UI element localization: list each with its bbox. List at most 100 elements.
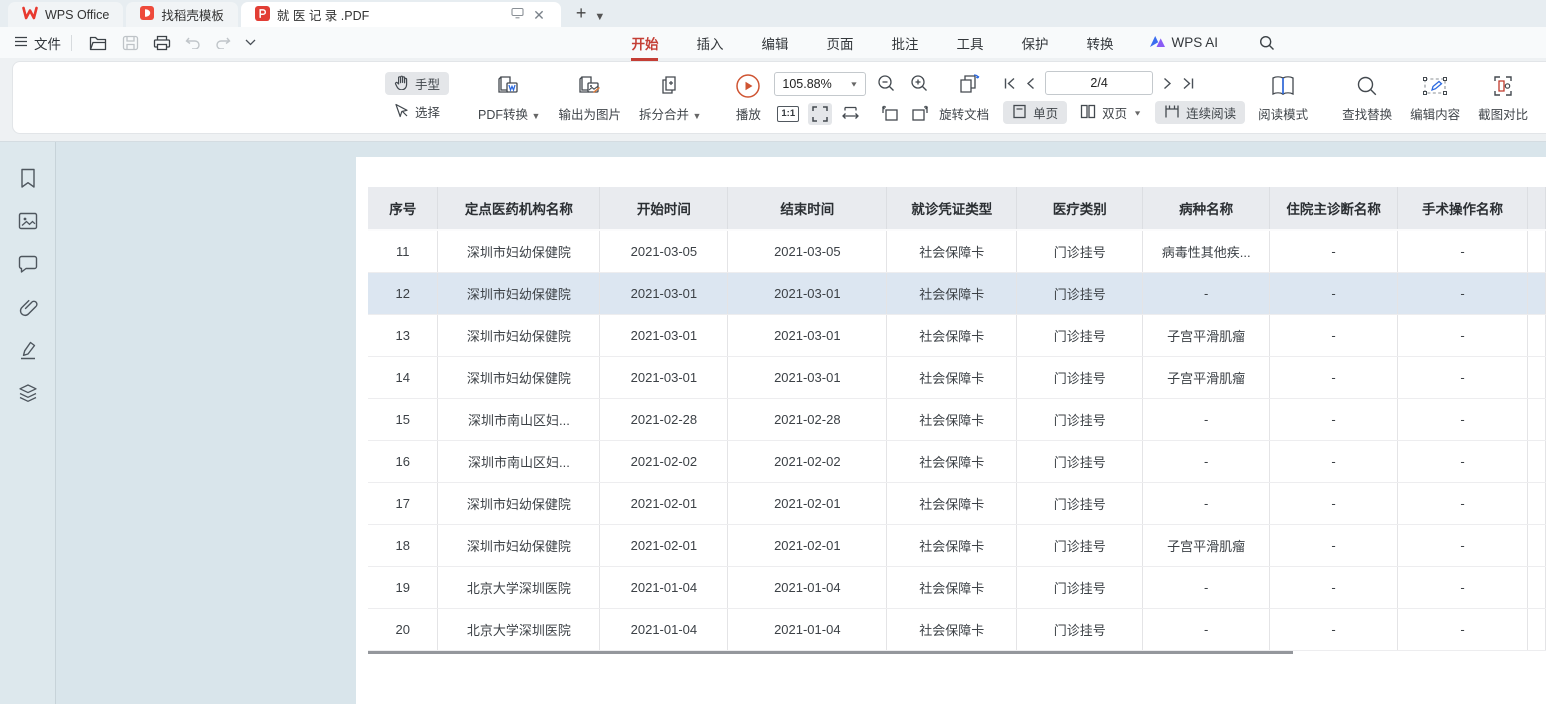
tab-list-chevron-icon[interactable]: ▼ — [594, 11, 605, 27]
tab-docer-templates[interactable]: 找稻壳模板 — [126, 2, 238, 27]
menu-tabs: 开始 插入 编辑 页面 批注 工具 保护 转换 WPS AI — [629, 28, 1282, 58]
tab-label: WPS Office — [45, 8, 109, 22]
edit-content-button[interactable]: 编辑内容 — [1401, 71, 1469, 125]
page-nav-cluster: 2/4 单页 双页 ▼ 连续阅读 — [1003, 71, 1245, 124]
close-tab-icon[interactable]: ✕ — [531, 8, 547, 22]
play-button[interactable]: 播放 — [726, 71, 770, 125]
next-page-icon[interactable] — [1163, 77, 1172, 90]
table-cell: 2021-03-01 — [728, 272, 887, 314]
table-cell: 社会保障卡 — [887, 608, 1017, 650]
medical-records-table: 序号定点医药机构名称开始时间结束时间就诊凭证类型医疗类别病种名称住院主诊断名称手… — [368, 187, 1546, 651]
table-cell: 20 — [368, 608, 438, 650]
cursor-icon — [394, 103, 409, 121]
zoom-out-icon[interactable] — [874, 72, 899, 95]
find-replace-button[interactable]: 查找替换 — [1333, 71, 1401, 125]
split-merge-icon — [658, 73, 682, 99]
table-header-row: 序号定点医药机构名称开始时间结束时间就诊凭证类型医疗类别病种名称住院主诊断名称手… — [368, 187, 1546, 230]
table-cell: 18 — [368, 524, 438, 566]
menu-tab-comment[interactable]: 批注 — [889, 28, 920, 58]
export-image-icon — [577, 73, 603, 99]
actual-size-button[interactable]: 1:1 — [774, 104, 802, 124]
table-cell: - — [1398, 524, 1528, 566]
attachment-icon[interactable] — [16, 295, 40, 319]
menu-tab-edit[interactable]: 编辑 — [759, 28, 790, 58]
table-header-cell: 序号 — [368, 187, 438, 230]
signature-pen-icon[interactable] — [16, 338, 40, 362]
menu-tab-insert[interactable]: 插入 — [694, 28, 725, 58]
bookmark-icon[interactable] — [16, 166, 40, 190]
fit-page-button[interactable] — [808, 103, 832, 125]
thumbnail-icon[interactable] — [16, 209, 40, 233]
table-cell: - — [1143, 272, 1270, 314]
pdf-convert-button[interactable]: PDF转换 ▼ — [469, 71, 549, 125]
table-cell: 19 — [368, 566, 438, 608]
layers-icon[interactable] — [16, 381, 40, 405]
table-cell: 社会保障卡 — [887, 524, 1017, 566]
table-cell: 深圳市妇幼保健院 — [438, 230, 600, 272]
hand-tool-button[interactable]: 手型 — [385, 72, 449, 95]
tab-wps-office[interactable]: WPS Office — [8, 2, 123, 27]
compress-button[interactable]: 压缩 — [1537, 71, 1546, 125]
table-cell: - — [1143, 440, 1270, 482]
menu-tab-convert[interactable]: 转换 — [1084, 28, 1115, 58]
table-cell: 深圳市妇幼保健院 — [438, 272, 600, 314]
table-cell: 门诊挂号 — [1017, 356, 1143, 398]
rotate-document-label[interactable]: 旋转文档 — [939, 104, 989, 123]
table-cell: - — [1398, 608, 1528, 650]
menu-search-icon[interactable] — [1252, 35, 1282, 51]
fit-width-button[interactable] — [838, 104, 863, 124]
menu-tab-tools[interactable]: 工具 — [954, 28, 985, 58]
present-mode-icon[interactable] — [511, 7, 524, 22]
redo-icon[interactable] — [208, 36, 238, 49]
quick-access-chevron-icon[interactable] — [238, 39, 263, 46]
table-row: 17深圳市妇幼保健院2021-02-012021-02-01社会保障卡门诊挂号-… — [368, 482, 1546, 524]
menu-tab-page[interactable]: 页面 — [824, 28, 855, 58]
split-merge-button[interactable]: 拆分合并 ▼ — [630, 71, 710, 125]
print-icon[interactable] — [146, 35, 178, 51]
wps-ai-button[interactable]: WPS AI — [1149, 35, 1218, 51]
export-image-button[interactable]: 输出为图片 — [549, 71, 630, 125]
zoom-in-icon[interactable] — [907, 72, 932, 95]
undo-icon[interactable] — [178, 36, 208, 49]
select-tool-button[interactable]: 选择 — [385, 100, 449, 123]
document-viewport[interactable]: 序号定点医药机构名称开始时间结束时间就诊凭证类型医疗类别病种名称住院主诊断名称手… — [56, 142, 1546, 704]
prev-page-icon[interactable] — [1026, 77, 1035, 90]
save-icon[interactable] — [115, 35, 146, 51]
table-cell: 2021-01-04 — [728, 566, 887, 608]
zoom-level-select[interactable]: 105.88%▼ — [774, 72, 866, 96]
comment-icon[interactable] — [16, 252, 40, 276]
table-cell: 2021-03-01 — [600, 314, 728, 356]
table-cell: - — [1398, 482, 1528, 524]
rotate-document-icon[interactable] — [954, 71, 986, 97]
table-cell: 北京大学深圳医院 — [438, 566, 600, 608]
table-header-cell: 病种名称 — [1143, 187, 1270, 230]
table-row: 16深圳市南山区妇...2021-02-022021-02-02社会保障卡门诊挂… — [368, 440, 1546, 482]
table-cell: - — [1398, 566, 1528, 608]
screenshot-compare-button[interactable]: 截图对比 — [1469, 71, 1537, 125]
continuous-read-button[interactable]: 连续阅读 — [1155, 101, 1245, 124]
last-page-icon[interactable] — [1182, 77, 1195, 90]
table-cell: - — [1270, 524, 1398, 566]
table-cell — [1527, 482, 1545, 524]
ribbon-panel: 手型 选择 PDF转换 ▼ 输出为图片 拆分合并 ▼ — [12, 61, 1546, 134]
double-page-button[interactable]: 双页 ▼ — [1071, 101, 1151, 124]
single-page-button[interactable]: 单页 — [1003, 101, 1067, 124]
table-cell: 社会保障卡 — [887, 272, 1017, 314]
menu-tab-home[interactable]: 开始 — [629, 28, 660, 58]
table-cell: 社会保障卡 — [887, 314, 1017, 356]
rotate-left-icon[interactable] — [877, 103, 902, 124]
table-cell — [1527, 230, 1545, 272]
table-bottom-border — [368, 651, 1293, 654]
table-row: 12深圳市妇幼保健院2021-03-012021-03-01社会保障卡门诊挂号-… — [368, 272, 1546, 314]
rotate-right-icon[interactable] — [908, 103, 933, 124]
first-page-icon[interactable] — [1003, 77, 1016, 90]
file-menu-button[interactable]: 文件 — [14, 33, 61, 53]
table-header-cell: 医疗类别 — [1017, 187, 1143, 230]
page-indicator-input[interactable]: 2/4 — [1045, 71, 1153, 95]
pdf-file-icon — [255, 6, 270, 24]
open-file-icon[interactable] — [82, 35, 115, 51]
menu-tab-protect[interactable]: 保护 — [1019, 28, 1050, 58]
tab-document-pdf[interactable]: 就 医 记 录 .PDF ✕ — [241, 2, 561, 27]
read-mode-button[interactable]: 阅读模式 — [1249, 71, 1317, 125]
new-tab-button[interactable]: + — [564, 3, 595, 27]
